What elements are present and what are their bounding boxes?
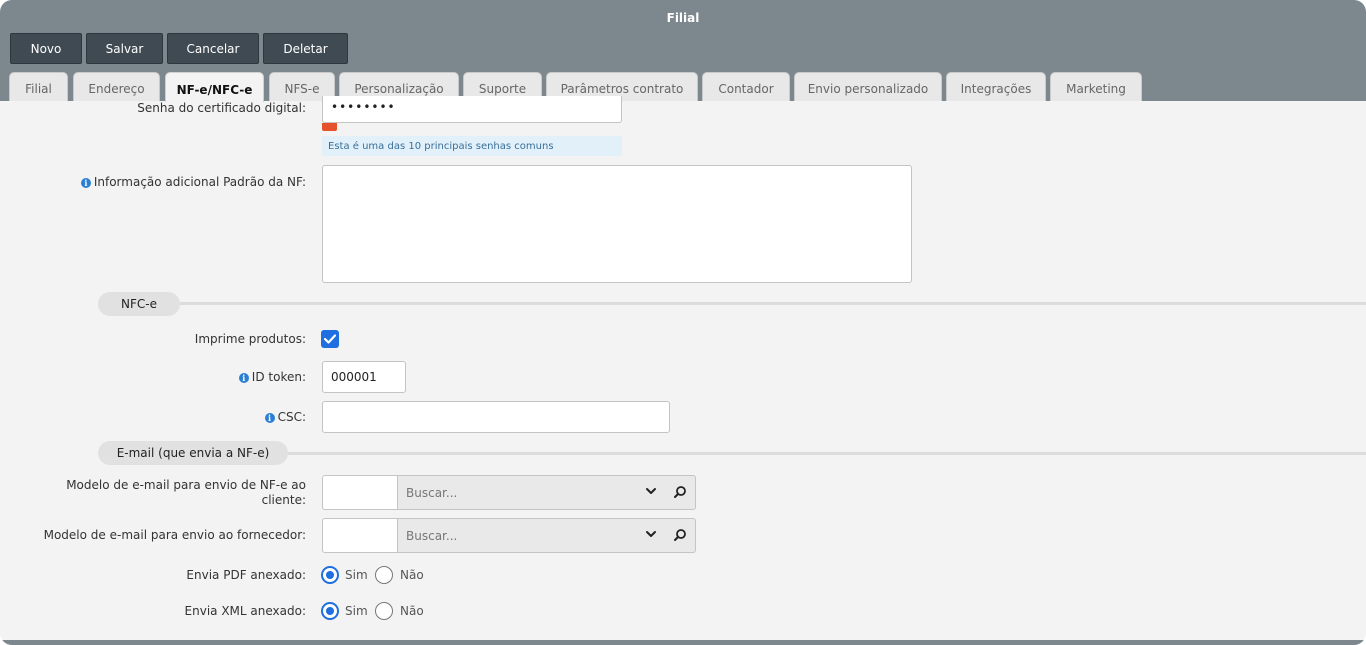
- imprime-produtos-checkbox[interactable]: [321, 330, 339, 348]
- modelo-fornecedor-code-input[interactable]: [322, 518, 398, 553]
- senha-certificado-label: Senha do certificado digital:: [137, 101, 306, 115]
- tab-integracoes[interactable]: Integrações: [946, 72, 1046, 101]
- modelo-email-cliente-label-line1: Modelo de e-mail para envio de NF-e ao: [66, 478, 306, 492]
- modelo-fornecedor-search-input[interactable]: Buscar...: [397, 518, 696, 553]
- modelo-cliente-search-input[interactable]: Buscar...: [397, 475, 696, 510]
- id-token-label-text: ID token:: [251, 370, 306, 384]
- window-title: Filial: [666, 11, 700, 25]
- envia-xml-nao-radio[interactable]: [375, 602, 393, 620]
- password-strength-hint: Esta é uma das 10 principais senhas comu…: [322, 136, 622, 156]
- search-placeholder: Buscar...: [406, 528, 458, 543]
- envia-pdf-sim-radio[interactable]: [321, 566, 339, 584]
- cancelar-button[interactable]: Cancelar: [167, 33, 259, 64]
- section-email: E-mail (que envia a NF-e): [98, 441, 288, 465]
- info-adicional-label: i Informação adicional Padrão da NF:: [40, 175, 306, 190]
- csc-label: i CSC:: [40, 410, 306, 425]
- chevron-down-icon[interactable]: [645, 485, 657, 497]
- modelo-email-cliente-label-line2: cliente:: [261, 493, 306, 507]
- envia-xml-sim-radio[interactable]: [321, 602, 339, 620]
- tab-envio-personalizado[interactable]: Envio personalizado: [794, 72, 942, 101]
- info-adicional-label-text: Informação adicional Padrão da NF:: [93, 175, 306, 189]
- info-icon: i: [80, 178, 91, 188]
- check-icon: [324, 334, 336, 344]
- tab-contador[interactable]: Contador: [702, 72, 790, 101]
- info-adicional-textarea[interactable]: [322, 165, 912, 283]
- info-icon: i: [264, 413, 275, 423]
- search-placeholder: Buscar...: [406, 485, 458, 500]
- modelo-email-fornecedor-label: Modelo de e-mail para envio ao fornecedo…: [43, 528, 306, 542]
- tab-marketing[interactable]: Marketing: [1050, 72, 1142, 101]
- imprime-produtos-label: Imprime produtos:: [194, 332, 306, 346]
- section-nfce: NFC-e: [98, 292, 180, 316]
- search-icon[interactable]: [673, 485, 687, 499]
- envia-pdf-nao-radio[interactable]: [375, 566, 393, 584]
- chevron-down-icon[interactable]: [645, 528, 657, 540]
- id-token-label: i ID token:: [40, 370, 306, 385]
- filial-window: Filial Novo Salvar Cancelar Deletar Fili…: [0, 0, 1366, 645]
- deletar-button[interactable]: Deletar: [263, 33, 348, 64]
- salvar-button[interactable]: Salvar: [86, 33, 163, 64]
- csc-input[interactable]: [322, 401, 670, 433]
- id-token-input[interactable]: 000001: [322, 361, 406, 393]
- envia-xml-nao-label: Não: [400, 604, 424, 618]
- section-divider: [180, 302, 1366, 305]
- modelo-cliente-code-input[interactable]: [322, 475, 398, 510]
- window-header: Filial Novo Salvar Cancelar Deletar Fili…: [0, 0, 1366, 102]
- envia-pdf-sim-label: Sim: [345, 568, 368, 582]
- section-divider: [288, 452, 1366, 455]
- csc-label-text: CSC:: [277, 410, 306, 424]
- search-icon[interactable]: [673, 528, 687, 542]
- novo-button[interactable]: Novo: [10, 33, 82, 64]
- envia-xml-sim-label: Sim: [345, 604, 368, 618]
- tab-filial[interactable]: Filial: [9, 72, 68, 101]
- envia-pdf-nao-label: Não: [400, 568, 424, 582]
- envia-xml-label: Envia XML anexado:: [184, 604, 306, 618]
- envia-pdf-label: Envia PDF anexado:: [186, 568, 306, 582]
- window-footer-bar: [0, 640, 1366, 645]
- modelo-email-cliente-label: Modelo de e-mail para envio de NF-e ao c…: [40, 478, 306, 508]
- senha-certificado-input[interactable]: ••••••••: [322, 96, 622, 123]
- password-strength-bar: [322, 123, 337, 131]
- info-icon: i: [238, 373, 249, 383]
- tab-endereco[interactable]: Endereço: [73, 72, 160, 101]
- tab-nfe-nfce[interactable]: NF-e/NFC-e: [165, 72, 264, 102]
